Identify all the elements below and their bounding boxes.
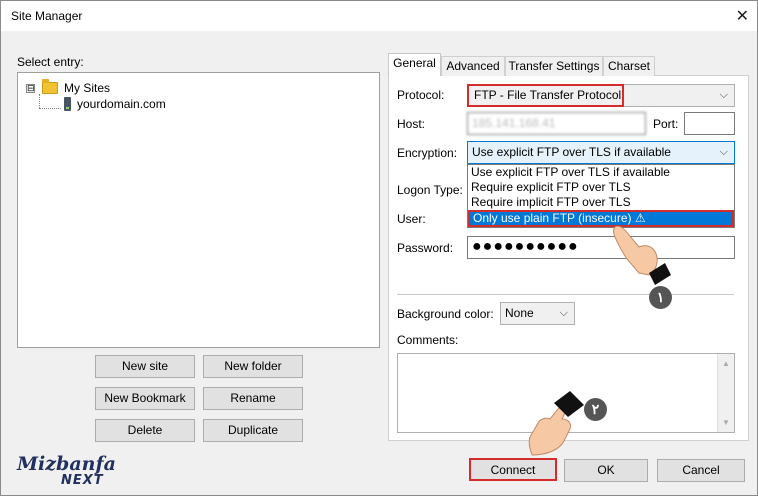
connect-button[interactable]: Connect — [469, 458, 557, 481]
duplicate-button[interactable]: Duplicate — [203, 419, 303, 442]
tree-connector — [39, 94, 40, 108]
pointing-hand-icon — [613, 225, 671, 285]
tab-charset[interactable]: Charset — [603, 56, 655, 76]
collapse-icon[interactable]: ⊟ — [26, 84, 35, 93]
port-input[interactable] — [684, 112, 735, 135]
new-bookmark-button[interactable]: New Bookmark — [95, 387, 195, 410]
host-label: Host: — [397, 117, 426, 131]
divider — [397, 294, 734, 295]
chevron-down-icon: ⌵ — [719, 89, 728, 101]
tab-general[interactable]: General — [388, 53, 441, 76]
step-2-badge: ٢ — [584, 398, 607, 421]
encryption-option-plain-ftp[interactable]: Only use plain FTP (insecure) ⚠ — [468, 210, 734, 227]
chevron-down-icon: ⌵ — [559, 307, 568, 319]
encryption-label: Encryption: — [397, 146, 458, 160]
logo-text: Mizbanfa — [17, 453, 116, 475]
chevron-down-icon: ⌵ — [719, 146, 728, 158]
bg-color-value: None — [505, 306, 534, 320]
new-site-button[interactable]: New site — [95, 355, 195, 378]
tab-advanced[interactable]: Advanced — [441, 56, 505, 76]
tree-item-site[interactable]: yourdomain.com — [64, 96, 166, 112]
folder-icon — [42, 79, 58, 94]
encryption-value: Use explicit FTP over TLS if available — [472, 145, 671, 159]
select-entry-label: Select entry: — [17, 55, 84, 69]
comments-label: Comments: — [397, 333, 459, 347]
encryption-option[interactable]: Require implicit FTP over TLS — [468, 195, 734, 210]
rename-button[interactable]: Rename — [203, 387, 303, 410]
new-folder-button[interactable]: New folder — [203, 355, 303, 378]
protocol-value: FTP - File Transfer Protocol — [474, 88, 622, 102]
host-input[interactable]: 185.141.168.41 — [467, 112, 646, 135]
logon-type-label: Logon Type: — [397, 183, 463, 197]
encryption-select[interactable]: Use explicit FTP over TLS if available ⌵ — [467, 141, 735, 164]
tree-item-my-sites[interactable]: My Sites — [42, 79, 111, 96]
password-label: Password: — [397, 241, 454, 255]
mizbanfa-logo: Mizbanfa NEXT — [17, 453, 117, 489]
protocol-select[interactable]: FTP - File Transfer Protocol ⌵ — [467, 84, 735, 107]
close-icon[interactable]: ✕ — [736, 6, 749, 26]
protocol-label: Protocol: — [397, 88, 445, 102]
tree-item-label: yourdomain.com — [77, 97, 166, 111]
site-tree[interactable]: ⊟ My Sites yourdomain.com — [17, 72, 380, 348]
tree-connector — [39, 108, 61, 109]
logo-subtext: NEXT — [61, 473, 104, 488]
ok-button[interactable]: OK — [564, 459, 648, 482]
bg-color-label: Background color: — [397, 307, 494, 321]
scroll-up-icon[interactable]: ▲ — [718, 359, 734, 368]
encryption-dropdown-list[interactable]: Use explicit FTP over TLS if available R… — [467, 164, 735, 228]
bg-color-select[interactable]: None ⌵ — [500, 302, 575, 325]
cancel-button[interactable]: Cancel — [657, 459, 745, 482]
user-label: User: — [397, 212, 426, 226]
encryption-option[interactable]: Use explicit FTP over TLS if available — [468, 165, 734, 180]
tree-item-label: My Sites — [64, 81, 111, 95]
scrollbar[interactable]: ▲ ▼ — [717, 354, 734, 432]
delete-button[interactable]: Delete — [95, 419, 195, 442]
encryption-option[interactable]: Require explicit FTP over TLS — [468, 180, 734, 195]
tab-transfer-settings[interactable]: Transfer Settings — [505, 56, 603, 76]
step-1-badge: ١ — [649, 286, 672, 309]
server-icon — [64, 97, 71, 111]
port-label: Port: — [653, 117, 679, 131]
scroll-down-icon[interactable]: ▼ — [718, 418, 734, 427]
window-title: Site Manager — [11, 9, 83, 23]
site-manager-window: Site Manager ✕ Select entry: ⊟ My Sites … — [0, 0, 758, 496]
title-bar: Site Manager ✕ — [1, 1, 757, 31]
password-input[interactable]: ●●●●●●●●●● — [467, 236, 735, 259]
pointing-hand-icon — [528, 391, 584, 456]
